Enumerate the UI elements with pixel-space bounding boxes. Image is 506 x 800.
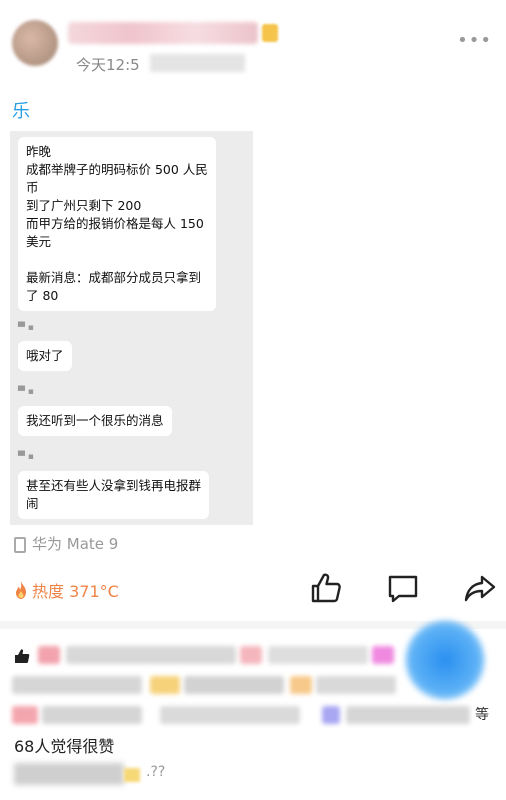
liker-redacted <box>12 706 38 724</box>
liker-redacted <box>240 646 262 664</box>
comment-text-partial: .?? <box>146 764 166 780</box>
liker-redacted <box>316 676 396 694</box>
liker-redacted <box>42 706 142 724</box>
liker-redacted <box>12 676 142 694</box>
chat-message: 哦对了 <box>18 341 72 371</box>
heat-indicator: 热度 371°C <box>12 578 119 602</box>
liker-redacted <box>66 646 236 664</box>
commenter-redacted <box>14 763 124 785</box>
likes-suffix: 等 <box>475 707 489 723</box>
floating-avatar-blurred[interactable] <box>405 620 485 700</box>
liker-redacted <box>150 676 180 694</box>
post-title: 乐 <box>12 101 30 122</box>
device-info: 华为 Mate 9 <box>14 533 118 554</box>
fire-icon <box>16 581 26 599</box>
phone-icon <box>14 536 26 553</box>
comment-icon[interactable] <box>386 571 420 605</box>
heat-label: 热度 371°C <box>32 582 119 601</box>
liker-redacted <box>346 706 470 724</box>
like-count-text[interactable]: 68人觉得很赞 <box>14 733 114 757</box>
liker-redacted <box>160 706 300 724</box>
share-icon[interactable] <box>463 571 497 605</box>
time-redacted <box>150 54 245 72</box>
action-bar: 热度 371°C <box>0 565 506 615</box>
like-icon <box>15 649 30 663</box>
post-time: 今天12:5 <box>76 56 140 74</box>
likes-section: 等 <box>0 620 506 738</box>
liker-redacted <box>268 646 368 664</box>
chat-message: 甚至还有些人没拿到钱再电报群 闹 <box>18 471 210 519</box>
post-header: 今天12:5 ••• <box>0 0 506 90</box>
commenter-badge <box>124 768 140 782</box>
username-redacted[interactable] <box>68 22 258 44</box>
chat-message: 我还听到一个很乐的消息 <box>18 406 172 436</box>
chat-message: 昨晚 成都举牌子的明码标价 500 人民 币 到了广州只剩下 200 而甲方给的… <box>18 137 216 311</box>
liker-redacted <box>38 646 60 664</box>
liker-redacted <box>184 676 284 694</box>
liker-redacted <box>372 646 394 664</box>
sender-label: ▀ ▪ <box>18 387 34 397</box>
thumbs-up-icon[interactable] <box>309 571 343 605</box>
more-options-icon[interactable]: ••• <box>457 30 492 51</box>
avatar[interactable] <box>12 20 58 66</box>
liker-redacted <box>290 676 312 694</box>
device-label: 华为 Mate 9 <box>32 535 119 553</box>
chat-screenshot-image[interactable]: 昨晚 成都举牌子的明码标价 500 人民 币 到了广州只剩下 200 而甲方给的… <box>10 131 253 525</box>
user-badge <box>262 24 278 42</box>
sender-label: ▀ ▪ <box>18 323 34 333</box>
liker-redacted <box>322 706 340 724</box>
sender-label: ▀ ▪ <box>18 452 34 462</box>
